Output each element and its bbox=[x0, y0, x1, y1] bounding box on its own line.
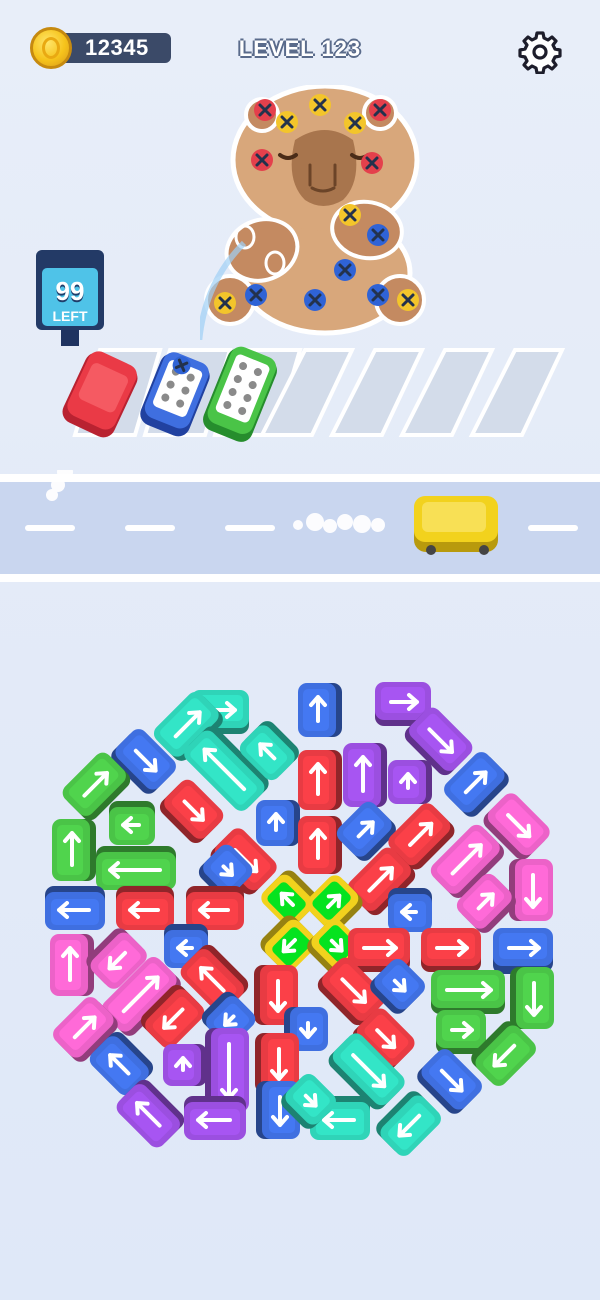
board-car-blue-up[interactable] bbox=[298, 683, 342, 737]
board-car-red-right[interactable] bbox=[421, 928, 481, 972]
yellow-car-on-road bbox=[414, 496, 498, 555]
capybara-puzzle bbox=[200, 85, 426, 340]
board-car-pink-down[interactable] bbox=[509, 859, 553, 921]
board-car-red-up[interactable] bbox=[298, 750, 342, 810]
road bbox=[0, 470, 600, 582]
board-car-blue-left[interactable] bbox=[388, 888, 432, 932]
cars-left-count: 99 bbox=[55, 276, 85, 306]
gear-icon[interactable] bbox=[518, 30, 562, 74]
board-car-green-right[interactable] bbox=[431, 970, 505, 1014]
car-board bbox=[45, 682, 554, 1156]
board-car-green-down[interactable] bbox=[510, 967, 554, 1029]
board-car-red-left[interactable] bbox=[186, 886, 244, 930]
board-car-red-up[interactable] bbox=[298, 816, 342, 874]
board-car-purple-left[interactable] bbox=[184, 1096, 246, 1140]
board-car-blue-left[interactable] bbox=[45, 886, 105, 930]
board-car-green-left[interactable] bbox=[109, 801, 155, 845]
board-car-purple-up[interactable] bbox=[163, 1044, 207, 1086]
board-car-red-left[interactable] bbox=[116, 886, 174, 930]
board-car-blue-right[interactable] bbox=[493, 928, 553, 972]
board-car-blue-up[interactable] bbox=[256, 800, 300, 846]
parking-slots bbox=[62, 346, 566, 442]
board-car-purple-up[interactable] bbox=[343, 743, 387, 807]
cars-left-label: LEFT bbox=[52, 308, 88, 324]
level-title: LEVEL 123 bbox=[238, 36, 362, 61]
board-car-purple-up[interactable] bbox=[388, 760, 432, 804]
board-car-green-right[interactable] bbox=[436, 1010, 486, 1054]
board-car-green-up[interactable] bbox=[52, 819, 96, 881]
board-car-green-left[interactable] bbox=[96, 846, 176, 890]
